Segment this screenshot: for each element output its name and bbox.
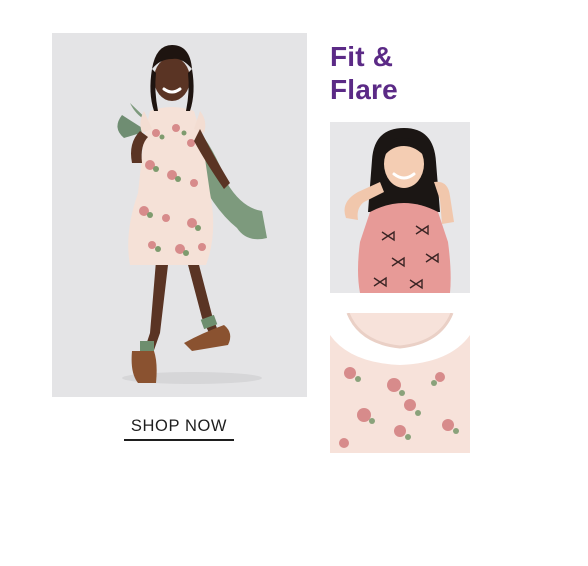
thumbnail-girl-pink-dress[interactable] <box>330 122 470 293</box>
thumbnail-dress-detail[interactable] <box>330 313 470 453</box>
shop-now-link[interactable]: SHOP NOW <box>124 417 234 441</box>
headline-line-1: Fit & <box>330 41 394 72</box>
floral-dress-neckline-illustration <box>330 313 470 453</box>
headline-line-2: Flare <box>330 74 398 105</box>
headline: Fit & Flare <box>330 40 398 106</box>
girl-pink-bow-dress-illustration <box>330 122 470 293</box>
hero-girl-floral-dress-illustration <box>52 33 307 397</box>
hero-image[interactable] <box>52 33 307 397</box>
